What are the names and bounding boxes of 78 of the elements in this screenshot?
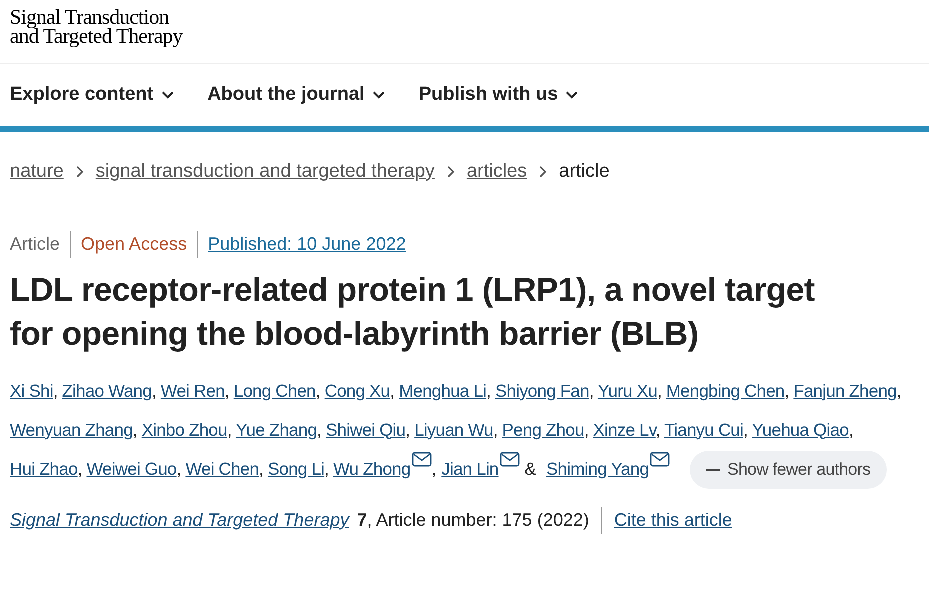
author-link[interactable]: Tianyu Cui — [664, 420, 744, 440]
separator-text: , — [744, 420, 748, 440]
journal-logo[interactable]: Signal Transduction and Targeted Therapy — [10, 8, 183, 46]
breadcrumb-current: article — [559, 160, 610, 184]
author-link[interactable]: Menghua Li — [399, 380, 487, 400]
author-link[interactable]: Cong Xu — [324, 380, 390, 400]
open-access-label: Open Access — [71, 230, 198, 258]
article-title: LDL receptor-related protein 1 (LRP1), a novel target for opening the blood-labyrinth barrier (BLB) — [9, 270, 816, 354]
published-date-link[interactable]: Published: 10 June 2022 — [198, 230, 406, 258]
separator-text: , — [493, 420, 498, 440]
separator-text: , — [848, 420, 854, 440]
author-link[interactable]: Xi Shi — [10, 380, 54, 400]
chevron-down-icon — [372, 91, 385, 99]
author-link[interactable]: Liyuan Wu — [414, 420, 494, 440]
separator-text: , — [176, 458, 182, 478]
author-link[interactable]: Wei Ren — [160, 380, 225, 400]
chevron-right-icon — [446, 166, 455, 178]
author-link[interactable]: Xinbo Zhou — [142, 420, 228, 440]
separator-text: , — [224, 380, 230, 400]
article-type: Article — [10, 230, 72, 258]
author-link[interactable]: Yuehua Qiao — [752, 420, 849, 440]
nav-menu-button[interactable]: Explore content — [10, 80, 174, 110]
author-link[interactable]: Yuru Xu — [598, 380, 658, 400]
author-link[interactable]: Wu Zhong — [333, 458, 411, 478]
chevron-right-icon — [76, 166, 84, 178]
separator-text: , — [390, 380, 395, 400]
author-link[interactable]: Xinze Lv — [593, 420, 656, 440]
separator-text: , — [657, 380, 662, 400]
separator-text: , — [324, 458, 330, 478]
author-link[interactable]: Song Li — [268, 458, 325, 478]
author-link[interactable]: Fanjun Zheng — [794, 380, 897, 400]
separator-text: , — [53, 380, 58, 400]
author-link[interactable]: Yue Zhang — [236, 420, 318, 440]
author-link[interactable]: Shiwei Qiu — [326, 420, 406, 440]
author-link[interactable]: Peng Zhou — [502, 420, 584, 440]
cite-article-link[interactable]: Cite this article — [602, 506, 732, 534]
breadcrumb-link[interactable]: signal transduction and targeted therapy — [96, 158, 435, 186]
envelope-icon[interactable] — [412, 452, 432, 466]
separator-text: , — [784, 380, 790, 400]
show-fewer-authors-button[interactable]: Show fewer authors — [690, 450, 887, 489]
separator-text: , — [584, 420, 589, 440]
ampersand-text: & — [524, 458, 536, 478]
chevron-right-icon — [539, 166, 548, 178]
chevron-down-icon — [162, 91, 174, 99]
separator-text: , — [656, 420, 660, 440]
separator-text: , — [432, 458, 436, 478]
separator-text: , — [406, 420, 410, 440]
separator-text: , — [227, 420, 232, 440]
separator-text: , — [896, 380, 902, 400]
journal-link[interactable]: Signal Transduction and Targeted Therapy — [10, 506, 350, 534]
envelope-icon[interactable] — [650, 452, 670, 466]
author-link[interactable]: Jian Lin — [442, 458, 499, 478]
author-link[interactable]: Shiming Yang — [546, 458, 650, 478]
author-link[interactable]: Shiyong Fan — [495, 380, 590, 400]
volume-number: 7 — [357, 508, 368, 532]
separator-text: , — [317, 420, 322, 440]
separator-text: , — [589, 380, 594, 400]
separator-text: , — [316, 380, 320, 400]
nav-menu-button[interactable]: Publish with us — [418, 80, 578, 110]
author-link[interactable]: Zihao Wang — [62, 380, 152, 400]
author-link[interactable]: Wenyuan Zhang — [10, 420, 133, 440]
author-link[interactable]: Long Chen — [234, 380, 316, 400]
breadcrumb-link[interactable]: articles — [466, 158, 528, 186]
separator-text: , — [259, 458, 264, 478]
breadcrumb-link[interactable]: nature — [10, 158, 64, 186]
separator-text: , — [152, 380, 156, 400]
author-link[interactable]: Hui Zhao — [10, 458, 78, 478]
author-link[interactable]: Mengbing Chen — [666, 380, 785, 400]
minus-icon — [706, 468, 720, 471]
nav-menu-button[interactable]: About the journal — [208, 80, 385, 110]
separator-text: , — [132, 420, 138, 440]
chevron-down-icon — [566, 91, 578, 99]
article-number-text: , Article number: 175 (2022) — [367, 506, 602, 534]
author-link[interactable]: Weiwei Guo — [86, 458, 177, 478]
envelope-icon[interactable] — [500, 452, 520, 466]
separator-text: , — [78, 458, 82, 478]
author-link[interactable]: Wei Chen — [186, 458, 260, 478]
separator-text: , — [486, 380, 492, 400]
